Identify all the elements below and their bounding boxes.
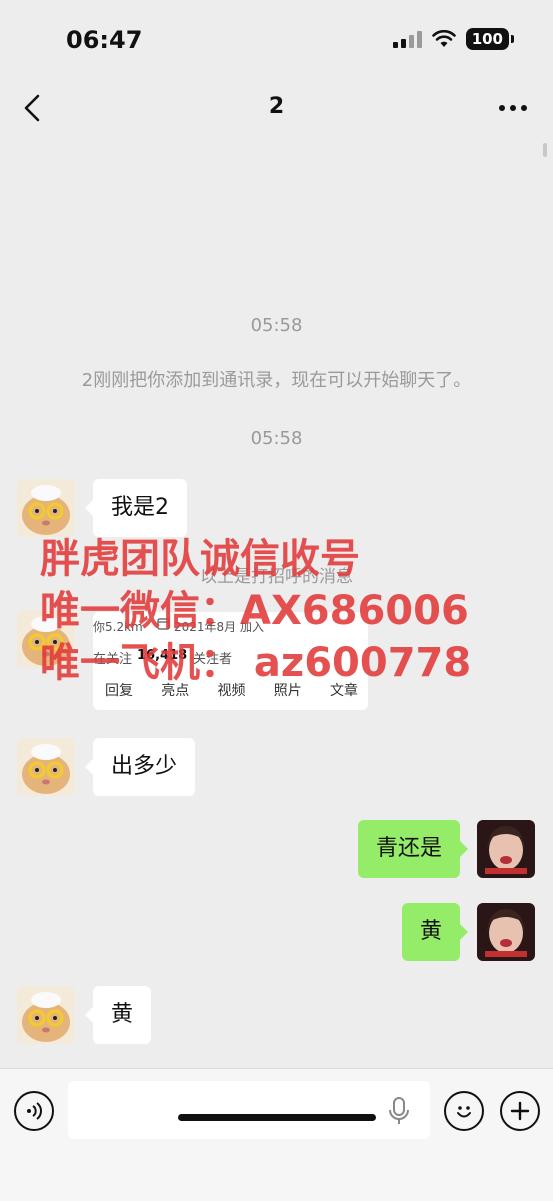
wifi-icon bbox=[431, 30, 456, 47]
more-icon[interactable] bbox=[497, 100, 529, 116]
watermark-line3: 唯一飞机： az600778 bbox=[40, 640, 472, 686]
girl-avatar-icon bbox=[477, 820, 535, 878]
more-actions-button[interactable] bbox=[500, 1091, 540, 1131]
message-timestamp: 05:58 bbox=[250, 428, 303, 449]
home-indicator[interactable] bbox=[178, 1114, 376, 1121]
self-avatar[interactable] bbox=[477, 820, 535, 878]
emoji-button[interactable] bbox=[444, 1091, 484, 1131]
self-avatar[interactable] bbox=[477, 903, 535, 961]
hamster-avatar-icon bbox=[17, 738, 75, 796]
voice-icon bbox=[27, 1102, 42, 1120]
sent-message-bubble[interactable]: 黄 bbox=[401, 903, 469, 961]
received-message-bubble[interactable]: 出多少 bbox=[84, 738, 196, 796]
status-bar: 06:47 100 bbox=[0, 0, 553, 80]
microphone-icon[interactable] bbox=[388, 1097, 410, 1125]
girl-avatar-icon bbox=[477, 903, 535, 961]
voice-toggle-button[interactable] bbox=[14, 1091, 54, 1131]
watermark-line1: 胖虎团队诚信收号 bbox=[40, 536, 360, 582]
message-input[interactable] bbox=[68, 1081, 430, 1139]
battery-indicator: 100 bbox=[465, 28, 515, 50]
plus-icon bbox=[510, 1101, 530, 1121]
sent-message-bubble[interactable]: 青还是 bbox=[357, 820, 469, 878]
scroll-indicator[interactable] bbox=[543, 143, 547, 157]
signal-icon bbox=[392, 30, 422, 48]
contact-avatar[interactable] bbox=[17, 986, 75, 1044]
status-icons: 100 bbox=[392, 28, 515, 50]
status-time: 06:47 bbox=[66, 26, 143, 54]
received-message-bubble[interactable]: 黄 bbox=[84, 986, 152, 1044]
input-bar bbox=[0, 1068, 553, 1201]
contact-avatar[interactable] bbox=[17, 738, 75, 796]
nav-bar: 2 bbox=[0, 80, 553, 136]
chat-title: 2 bbox=[268, 94, 285, 119]
watermark-line2: 唯一微信：AX686006 bbox=[40, 588, 469, 634]
system-message: 2刚刚把你添加到通讯录，现在可以开始聊天了。 bbox=[81, 370, 472, 391]
message-timestamp: 05:58 bbox=[250, 315, 303, 336]
emoji-icon bbox=[457, 1106, 471, 1118]
hamster-avatar-icon bbox=[17, 986, 75, 1044]
